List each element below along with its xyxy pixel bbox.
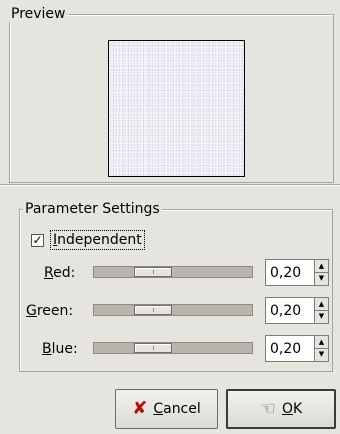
- red-row: Red: 0,20 ▲ ▼: [0, 259, 340, 287]
- cancel-button[interactable]: ✘ Cancel: [115, 389, 218, 429]
- blue-label-rest: lue:: [51, 341, 78, 357]
- green-value[interactable]: 0,20: [270, 303, 301, 319]
- preview-image: [108, 40, 245, 177]
- green-slider[interactable]: [93, 304, 253, 316]
- cancel-mnemonic: C: [153, 401, 164, 417]
- red-slider[interactable]: [93, 266, 253, 278]
- red-slider-thumb[interactable]: [134, 267, 172, 277]
- blue-label: Blue:: [42, 341, 78, 357]
- check-mark-icon: ✓: [32, 233, 43, 247]
- green-label: Green:: [26, 303, 73, 319]
- red-value[interactable]: 0,20: [270, 265, 301, 281]
- independent-label-rest: ndependent: [57, 232, 142, 248]
- cancel-label: Cancel: [153, 401, 200, 417]
- cancel-x-icon: ✘: [132, 398, 148, 419]
- red-spin-buttons: ▲ ▼: [314, 260, 328, 285]
- preview-title: Preview: [9, 6, 68, 22]
- blue-spinbutton[interactable]: 0,20 ▲ ▼: [265, 335, 329, 362]
- cancel-label-rest: ancel: [163, 401, 201, 417]
- blue-spin-buttons: ▲ ▼: [314, 336, 328, 361]
- independent-checkbox[interactable]: ✓: [31, 233, 44, 247]
- blue-value[interactable]: 0,20: [270, 341, 301, 357]
- red-label-rest: ed:: [53, 265, 76, 281]
- green-spin-buttons: ▲ ▼: [314, 298, 328, 323]
- red-spinbutton[interactable]: 0,20 ▲ ▼: [265, 259, 329, 286]
- ok-label-rest: K: [292, 401, 303, 417]
- pane-divider[interactable]: [0, 184, 340, 186]
- green-slider-thumb[interactable]: [134, 305, 172, 315]
- blue-row: Blue: 0,20 ▲ ▼: [0, 335, 340, 363]
- ok-button[interactable]: ☜ OK: [226, 389, 336, 429]
- green-decrement-icon[interactable]: ▼: [315, 310, 328, 322]
- blue-slider[interactable]: [93, 342, 253, 354]
- red-mnemonic: R: [44, 265, 54, 281]
- parameter-settings-title: Parameter Settings: [23, 201, 162, 217]
- red-decrement-icon[interactable]: ▼: [315, 272, 328, 284]
- blue-decrement-icon[interactable]: ▼: [315, 348, 328, 360]
- green-spinbutton[interactable]: 0,20 ▲ ▼: [265, 297, 329, 324]
- ok-hand-icon: ☜: [259, 398, 276, 419]
- independent-label[interactable]: Independent: [50, 230, 145, 250]
- green-mnemonic: G: [26, 303, 37, 319]
- blue-mnemonic: B: [42, 341, 52, 357]
- ok-mnemonic: O: [281, 401, 293, 417]
- ok-label: OK: [282, 401, 302, 417]
- independent-checkbox-row[interactable]: ✓ Independent: [31, 229, 145, 251]
- blue-slider-thumb[interactable]: [134, 343, 172, 353]
- green-label-rest: reen:: [36, 303, 74, 319]
- red-label: Red:: [44, 265, 75, 281]
- green-row: Green: 0,20 ▲ ▼: [0, 297, 340, 325]
